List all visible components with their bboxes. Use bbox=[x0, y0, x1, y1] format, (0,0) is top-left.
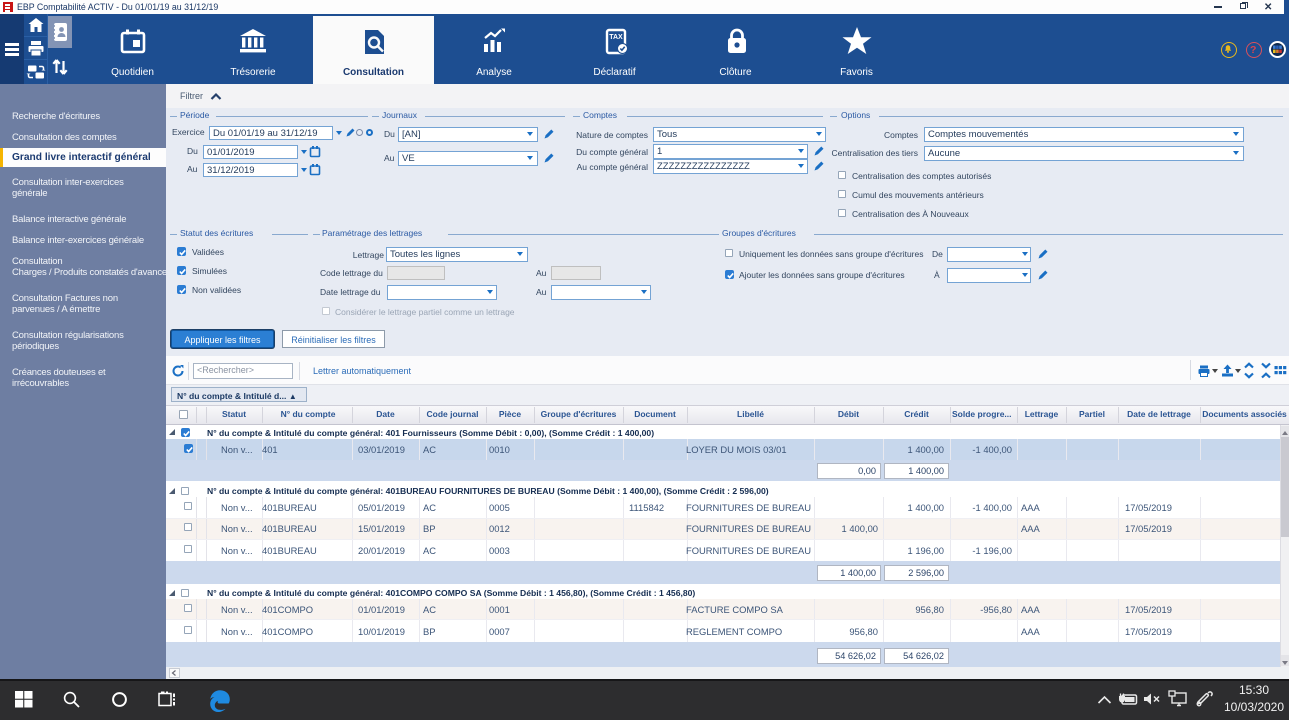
svg-text:TAX: TAX bbox=[609, 34, 623, 41]
